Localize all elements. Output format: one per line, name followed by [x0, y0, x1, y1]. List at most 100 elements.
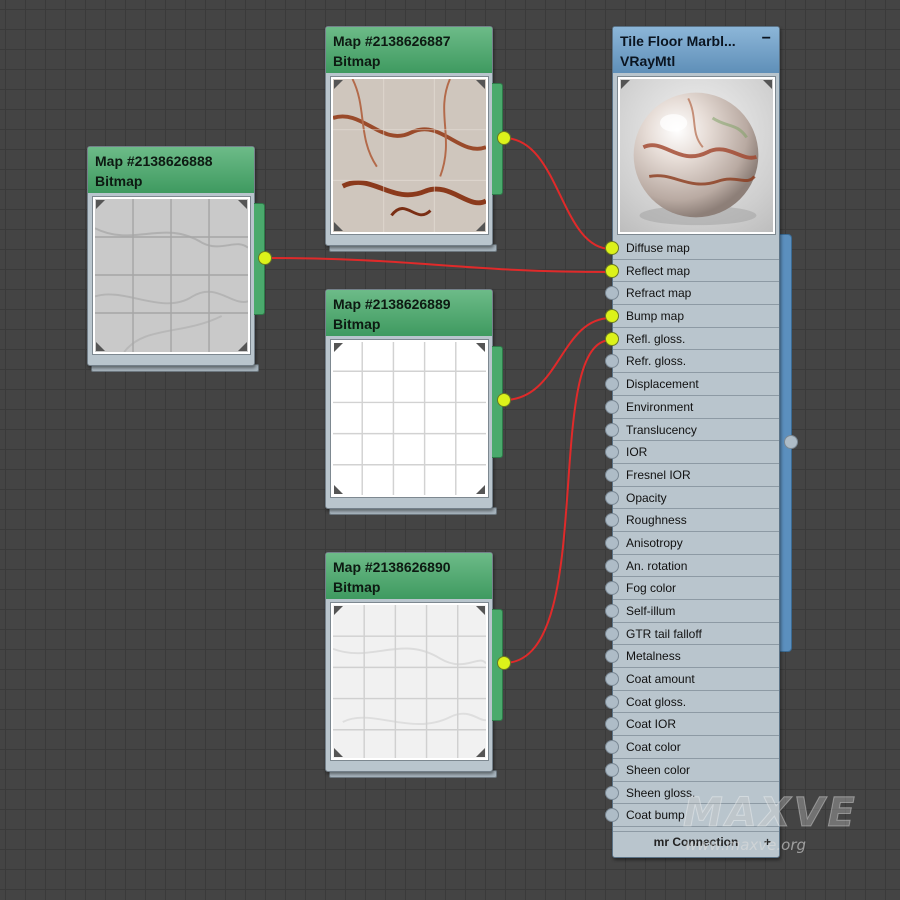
- slot-label: Diffuse map: [626, 241, 690, 255]
- slot-label: Translucency: [626, 422, 697, 437]
- input-socket[interactable]: [605, 445, 619, 460]
- wire-bump[interactable]: [503, 317, 612, 401]
- slot-label: Coat gloss.: [626, 694, 687, 709]
- input-socket[interactable]: [605, 354, 619, 369]
- slot-sheen-color[interactable]: Sheen color: [605, 759, 779, 782]
- slot-label: Displacement: [626, 377, 699, 392]
- slot-label: Coat color: [626, 740, 681, 755]
- slot-roughness[interactable]: Roughness: [605, 509, 779, 532]
- map-output-socket[interactable]: [497, 656, 511, 670]
- slot-opacity[interactable]: Opacity: [605, 487, 779, 510]
- input-socket[interactable]: [605, 377, 619, 392]
- input-socket[interactable]: [605, 490, 619, 505]
- map-node-2138626890[interactable]: Map #2138626890 Bitmap: [325, 552, 503, 778]
- input-socket[interactable]: [605, 785, 619, 800]
- minimize-button[interactable]: −: [762, 29, 771, 49]
- slot-coat-gloss[interactable]: Coat gloss.: [605, 691, 779, 714]
- node-title: Tile Floor Marbl...: [620, 33, 736, 49]
- input-socket[interactable]: [605, 604, 619, 618]
- material-node-vraymtl[interactable]: Tile Floor Marbl... − VRayMtl Diffuse ma…: [605, 26, 780, 858]
- node-header[interactable]: Map #2138626889 Bitmap: [326, 290, 492, 336]
- slot-label: Fresnel IOR: [626, 467, 691, 482]
- node-header[interactable]: Tile Floor Marbl... − VRayMtl: [613, 27, 779, 73]
- input-socket[interactable]: [605, 672, 619, 687]
- input-socket[interactable]: [605, 535, 619, 550]
- slot-label: Opacity: [626, 490, 667, 505]
- node-type: Bitmap: [333, 579, 381, 595]
- input-socket[interactable]: [605, 740, 619, 755]
- map-output-socket[interactable]: [497, 393, 511, 407]
- input-socket[interactable]: [605, 762, 619, 777]
- slot-label: IOR: [626, 445, 648, 460]
- slot-refl-gloss[interactable]: Refl. gloss.: [605, 328, 779, 351]
- slot-gtr-tail-falloff[interactable]: GTR tail falloff: [605, 623, 779, 646]
- node-type: VRayMtl: [620, 53, 676, 69]
- node-title: Map #2138626888: [95, 153, 213, 169]
- node-header[interactable]: Map #2138626887 Bitmap: [326, 27, 492, 73]
- wire-refl-gloss[interactable]: [503, 339, 612, 664]
- node-type: Bitmap: [95, 173, 143, 189]
- map-node-2138626889[interactable]: Map #2138626889 Bitmap: [325, 289, 503, 515]
- slot-list: Diffuse map Reflect map Refract map Bump ma…: [605, 237, 779, 827]
- slot-self-illum[interactable]: Self-illum: [605, 600, 779, 623]
- input-socket[interactable]: [605, 694, 619, 709]
- slot-label: Refr. gloss.: [626, 354, 687, 369]
- slot-fog-color[interactable]: Fog color: [605, 577, 779, 600]
- input-socket[interactable]: [605, 331, 619, 346]
- input-socket[interactable]: [605, 513, 619, 528]
- map-output-socket[interactable]: [258, 251, 272, 265]
- input-socket[interactable]: [605, 422, 619, 437]
- slot-coat-color[interactable]: Coat color: [605, 736, 779, 759]
- slot-label: Refl. gloss.: [626, 331, 686, 346]
- slot-coat-amount[interactable]: Coat amount: [605, 668, 779, 691]
- input-socket[interactable]: [605, 717, 619, 732]
- wire-diffuse[interactable]: [503, 137, 612, 250]
- slot-metalness[interactable]: Metalness: [605, 645, 779, 669]
- slot-label: Sheen color: [626, 762, 691, 777]
- watermark: MAXVE www.maxve.org: [683, 790, 858, 855]
- slot-refract-map[interactable]: Refract map: [605, 282, 779, 306]
- slot-bump-map[interactable]: Bump map: [605, 305, 779, 328]
- slot-diffuse-map[interactable]: Diffuse map: [605, 237, 779, 260]
- input-socket[interactable]: [605, 626, 619, 641]
- map-node-2138626887[interactable]: Map #2138626887 Bitmap: [325, 26, 503, 252]
- slot-displacement[interactable]: Displacement: [605, 373, 779, 396]
- slot-translucency[interactable]: Translucency: [605, 419, 779, 442]
- node-header[interactable]: Map #2138626888 Bitmap: [88, 147, 254, 193]
- input-socket[interactable]: [605, 467, 619, 482]
- input-socket[interactable]: [605, 241, 619, 255]
- slot-reflect-map[interactable]: Reflect map: [605, 260, 779, 283]
- slot-label: Coat amount: [626, 672, 695, 687]
- slot-label: Refract map: [626, 286, 692, 301]
- map-output-socket[interactable]: [497, 131, 511, 145]
- slot-an-rotation[interactable]: An. rotation: [605, 555, 779, 578]
- slot-label: Fog color: [626, 581, 677, 596]
- wire-reflect[interactable]: [264, 257, 612, 273]
- slot-environment[interactable]: Environment: [605, 396, 779, 419]
- input-socket[interactable]: [605, 649, 619, 664]
- slot-ior[interactable]: IOR: [605, 441, 779, 464]
- slot-coat-ior[interactable]: Coat IOR: [605, 713, 779, 737]
- input-socket[interactable]: [605, 558, 619, 573]
- texture-thumbnail: [331, 603, 488, 760]
- map-node-2138626888[interactable]: Map #2138626888 Bitmap: [87, 146, 265, 372]
- watermark-brand: MAXVE: [683, 790, 858, 837]
- slot-anisotropy[interactable]: Anisotropy: [605, 532, 779, 555]
- input-socket[interactable]: [605, 263, 619, 278]
- input-socket[interactable]: [605, 286, 619, 301]
- slot-fresnel-ior[interactable]: Fresnel IOR: [605, 464, 779, 487]
- input-socket[interactable]: [605, 808, 619, 823]
- texture-thumbnail: [93, 197, 250, 354]
- node-header[interactable]: Map #2138626890 Bitmap: [326, 553, 492, 599]
- input-socket[interactable]: [605, 399, 619, 414]
- slot-label: Bump map: [626, 309, 685, 324]
- slot-label: Self-illum: [626, 604, 676, 618]
- node-type: Bitmap: [333, 316, 381, 332]
- slot-label: Roughness: [626, 513, 687, 528]
- input-socket[interactable]: [605, 309, 619, 324]
- node-title: Map #2138626889: [333, 296, 451, 312]
- node-type: Bitmap: [333, 53, 381, 69]
- slot-refr-gloss[interactable]: Refr. gloss.: [605, 350, 779, 374]
- material-output-socket[interactable]: [784, 435, 798, 449]
- input-socket[interactable]: [605, 581, 619, 596]
